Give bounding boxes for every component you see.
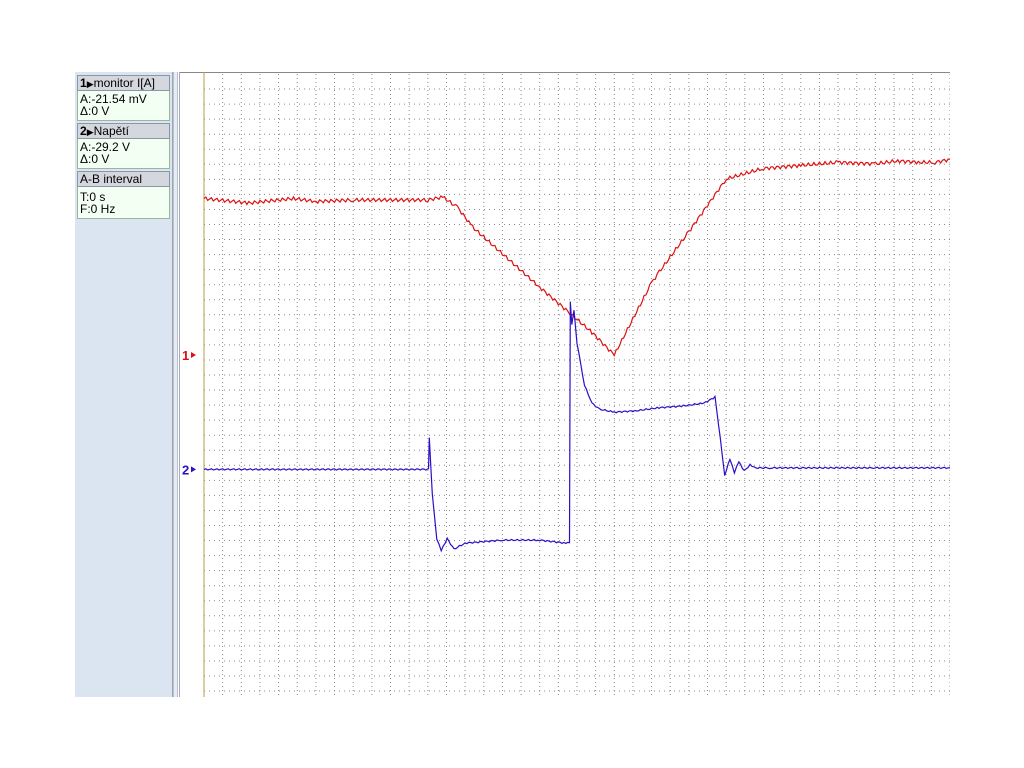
channel-info-panel: 1▶monitor I[A] A:-21.54 mV Δ:0 V 2▶Napět… bbox=[75, 72, 173, 697]
channel-1-delta: Δ:0 V bbox=[80, 104, 110, 118]
ab-interval-readout: T:0 s F:0 Hz bbox=[77, 187, 170, 219]
channel-1-readout: A:-21.54 mV Δ:0 V bbox=[77, 91, 170, 121]
ab-interval-header[interactable]: A-B interval bbox=[77, 171, 170, 187]
channel-2-marker-label: 2 bbox=[182, 462, 189, 477]
channel-2-delta: Δ:0 V bbox=[80, 152, 110, 166]
ab-interval-info[interactable]: A-B interval T:0 s F:0 Hz bbox=[77, 171, 170, 219]
channel-1-info[interactable]: 1▶monitor I[A] A:-21.54 mV Δ:0 V bbox=[77, 75, 170, 121]
channel-1-name: monitor I[A] bbox=[93, 76, 155, 90]
scope-svg: 1 2 bbox=[179, 72, 950, 697]
channel-2-header[interactable]: 2▶Napětí bbox=[77, 123, 170, 139]
channel-1-number: 1 bbox=[80, 76, 87, 90]
panel-splitter[interactable] bbox=[173, 72, 178, 697]
channel-2-info[interactable]: 2▶Napětí A:-29.2 V Δ:0 V bbox=[77, 123, 170, 169]
interval-frequency: F:0 Hz bbox=[80, 202, 116, 216]
channel-1-marker-label: 1 bbox=[182, 348, 189, 363]
channel-2-number: 2 bbox=[80, 124, 87, 138]
oscilloscope-app: 1▶monitor I[A] A:-21.54 mV Δ:0 V 2▶Napět… bbox=[75, 72, 950, 697]
channel-2-readout: A:-29.2 V Δ:0 V bbox=[77, 139, 170, 169]
scope-display: 1 2 bbox=[179, 72, 950, 697]
arrow-right-icon: ▶ bbox=[86, 127, 94, 137]
channel-2-name: Napětí bbox=[93, 124, 129, 138]
arrow-right-icon: ▶ bbox=[86, 79, 94, 89]
channel-1-header[interactable]: 1▶monitor I[A] bbox=[77, 75, 170, 91]
scope-background bbox=[179, 72, 950, 697]
